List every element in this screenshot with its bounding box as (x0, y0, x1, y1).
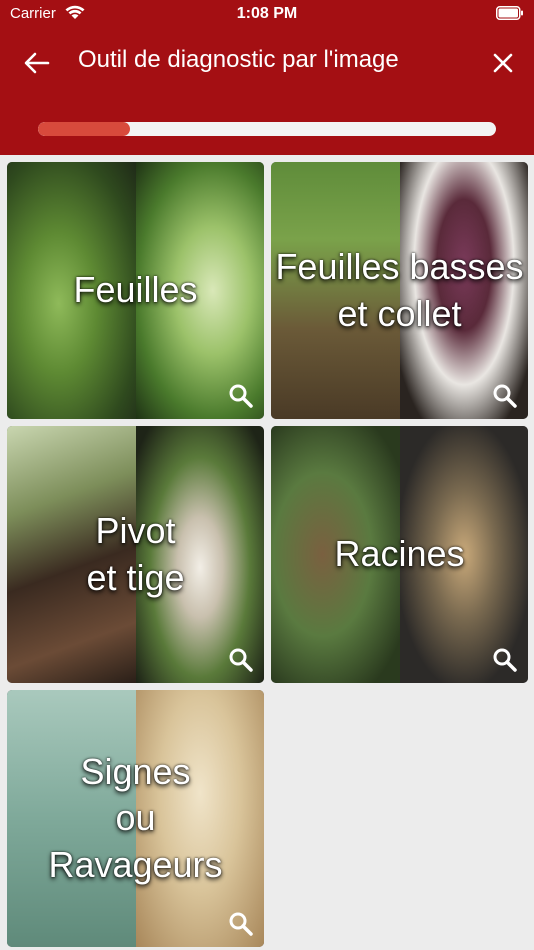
close-button[interactable] (488, 48, 518, 78)
magnifier-icon (493, 648, 517, 672)
close-icon (493, 53, 513, 73)
category-tile-feuilles-basses[interactable]: Feuilles basses et collet (271, 162, 528, 419)
tile-label: Signes ou Ravageurs (48, 751, 223, 885)
battery-icon (496, 6, 523, 20)
tile-label: Pivot et tige (86, 510, 185, 598)
progress-fill (38, 122, 130, 136)
magnifier-icon (229, 648, 253, 672)
page-title: Outil de diagnostic par l'image (78, 46, 399, 73)
tile-label: Feuilles basses et collet (275, 246, 524, 334)
magnifier-icon (229, 384, 253, 408)
progress-bar (38, 122, 496, 136)
category-tile-racines[interactable]: Racines (271, 426, 528, 683)
category-tile-pivot-tige[interactable]: Pivot et tige (7, 426, 264, 683)
tile-label: Racines (334, 533, 465, 575)
arrow-left-icon (24, 52, 50, 74)
back-button[interactable] (20, 48, 54, 78)
category-tile-feuilles[interactable]: Feuilles (7, 162, 264, 419)
status-bar: Carrier 1:08 PM (0, 0, 534, 30)
category-tile-signes-ravageurs[interactable]: Signes ou Ravageurs (7, 690, 264, 947)
tile-label: Feuilles (73, 269, 198, 311)
clock-time: 1:08 PM (236, 5, 298, 22)
magnifier-icon (229, 912, 253, 936)
magnifier-icon (493, 384, 517, 408)
app-header: Carrier 1:08 PM Outil de diagnostic par … (0, 0, 534, 155)
